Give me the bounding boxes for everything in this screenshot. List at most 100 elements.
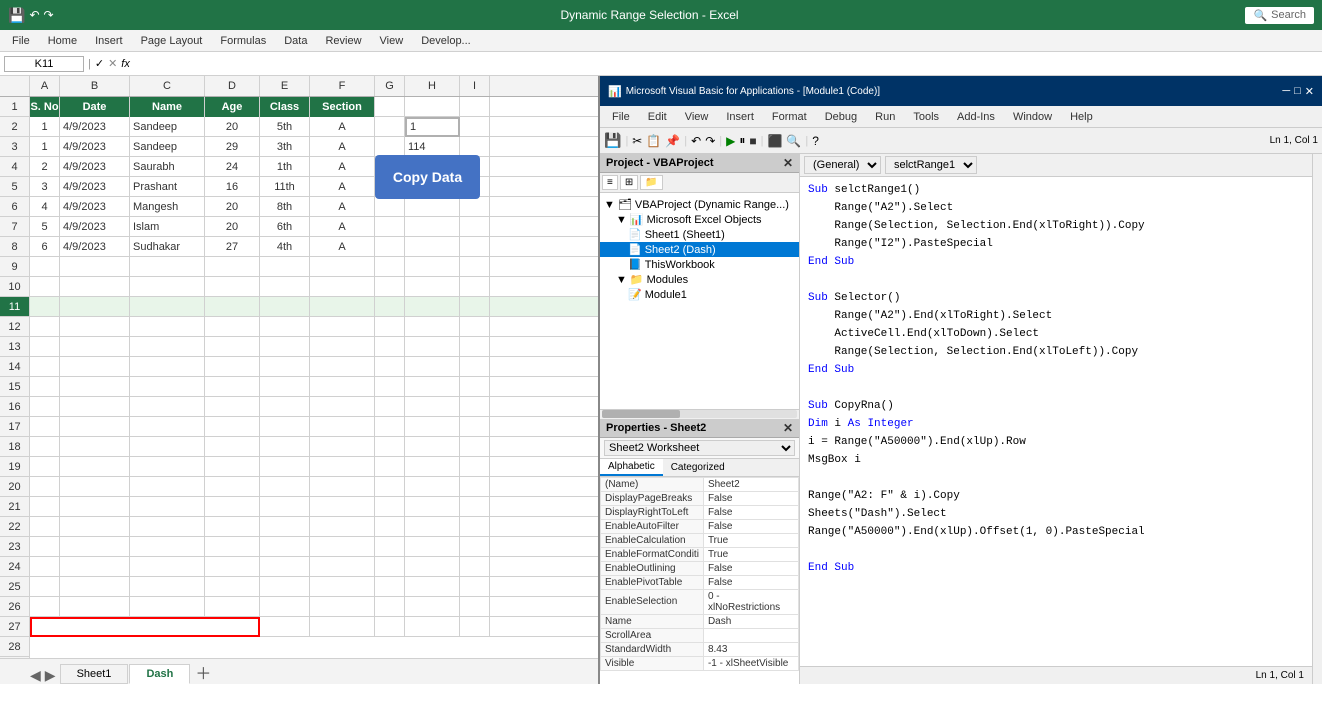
vba-toolbar-breakpoint[interactable]: ⬛	[767, 134, 782, 148]
tree-item-module1[interactable]: 📝 Module1	[600, 287, 799, 302]
cell-a8[interactable]: 6	[30, 237, 60, 257]
cell-e1[interactable]: Class	[260, 97, 310, 117]
props-row[interactable]: EnableCalculationTrue	[601, 533, 799, 547]
close-icon[interactable]: ✕	[1305, 85, 1314, 98]
cell-f8[interactable]: A	[310, 237, 375, 257]
cell-f2[interactable]: A	[310, 117, 375, 137]
prop-value[interactable]: True	[703, 533, 798, 547]
cell-b3[interactable]: 4/9/2023	[60, 137, 130, 157]
row-num-3[interactable]: 3	[0, 137, 29, 157]
cell-h2[interactable]: 1	[405, 117, 460, 137]
row-num-4[interactable]: 4	[0, 157, 29, 177]
row-num-25[interactable]: 25	[0, 577, 29, 597]
props-row[interactable]: EnableAutoFilterFalse	[601, 519, 799, 533]
col-header-a[interactable]: A	[30, 76, 60, 96]
cell-f1[interactable]: Section	[310, 97, 375, 117]
project-close-button[interactable]: ✕	[783, 156, 793, 170]
prop-value[interactable]: False	[703, 505, 798, 519]
row-num-15[interactable]: 15	[0, 377, 29, 397]
cell-e4[interactable]: 1th	[260, 157, 310, 177]
vba-menu-format[interactable]: Format	[764, 109, 815, 125]
cell-e8[interactable]: 4th	[260, 237, 310, 257]
props-row[interactable]: NameDash	[601, 614, 799, 628]
tree-item-modules-folder[interactable]: ▼ 📁 Modules	[600, 272, 799, 287]
row-num-27[interactable]: 27	[0, 617, 29, 637]
vba-menu-view[interactable]: View	[677, 109, 717, 125]
vba-menu-debug[interactable]: Debug	[817, 109, 865, 125]
cell-a7[interactable]: 5	[30, 217, 60, 237]
prop-value[interactable]: False	[703, 491, 798, 505]
cell-c1[interactable]: Name	[130, 97, 205, 117]
cell-d5[interactable]: 16	[205, 177, 260, 197]
col-header-f[interactable]: F	[310, 76, 375, 96]
add-sheet-button[interactable]: ＋	[195, 660, 211, 684]
props-row[interactable]: (Name)Sheet2	[601, 477, 799, 491]
props-row[interactable]: EnablePivotTableFalse	[601, 575, 799, 589]
prop-value[interactable]: False	[703, 519, 798, 533]
props-row[interactable]: EnableSelection0 - xlNoRestrictions	[601, 589, 799, 614]
row-num-23[interactable]: 23	[0, 537, 29, 557]
cell-f7[interactable]: A	[310, 217, 375, 237]
row-num-21[interactable]: 21	[0, 497, 29, 517]
tree-item-sheet1[interactable]: 📄 Sheet1 (Sheet1)	[600, 227, 799, 242]
col-header-h[interactable]: H	[405, 76, 460, 96]
props-tab-alphabetic[interactable]: Alphabetic	[600, 459, 663, 476]
cell-h8[interactable]	[405, 237, 460, 257]
menu-review[interactable]: Review	[317, 33, 369, 49]
props-row[interactable]: EnableOutliningFalse	[601, 561, 799, 575]
vba-toolbar-save[interactable]: 💾	[604, 132, 621, 149]
cell-a1[interactable]: S. No	[30, 97, 60, 117]
excel-window-controls[interactable]: 💾 ↶ ↷	[8, 7, 54, 24]
menu-data[interactable]: Data	[276, 33, 315, 49]
select-all-corner[interactable]	[0, 76, 30, 96]
cell-h3[interactable]: 114	[405, 137, 460, 157]
prop-value[interactable]: True	[703, 547, 798, 561]
row-num-19[interactable]: 19	[0, 457, 29, 477]
cell-b5[interactable]: 4/9/2023	[60, 177, 130, 197]
vba-toolbar-cut[interactable]: ✂	[632, 134, 642, 148]
cell-c2[interactable]: Sandeep	[130, 117, 205, 137]
cell-b4[interactable]: 4/9/2023	[60, 157, 130, 177]
vba-toolbar-redo[interactable]: ↷	[705, 134, 715, 148]
cell-e6[interactable]: 8th	[260, 197, 310, 217]
cell-g8[interactable]	[375, 237, 405, 257]
cell-b1[interactable]: Date	[60, 97, 130, 117]
undo-icon[interactable]: ↶	[29, 8, 39, 22]
cell-b8[interactable]: 4/9/2023	[60, 237, 130, 257]
props-row[interactable]: EnableFormatConditiTrue	[601, 547, 799, 561]
cell-g4[interactable]: Copy Data	[375, 157, 405, 177]
vba-menu-run[interactable]: Run	[867, 109, 903, 125]
row-num-18[interactable]: 18	[0, 437, 29, 457]
vba-toolbar-paste[interactable]: 📌	[665, 134, 680, 148]
cell-e5[interactable]: 11th	[260, 177, 310, 197]
cell-a5[interactable]: 3	[30, 177, 60, 197]
vba-menu-tools[interactable]: Tools	[905, 109, 947, 125]
cell-b6[interactable]: 4/9/2023	[60, 197, 130, 217]
tree-item-project[interactable]: ▼ 🗂 VBAProject (Dynamic Range...)	[600, 197, 799, 212]
vba-toolbar-stop[interactable]: ■	[749, 134, 756, 148]
prop-value[interactable]: False	[703, 575, 798, 589]
tree-item-thisworkbook[interactable]: 📘 ThisWorkbook	[600, 257, 799, 272]
vba-menu-edit[interactable]: Edit	[640, 109, 675, 125]
formula-cancel-icon[interactable]: ✕	[108, 57, 117, 70]
tree-item-excel-objects[interactable]: ▼ 📊 Microsoft Excel Objects	[600, 212, 799, 227]
col-header-i[interactable]: I	[460, 76, 490, 96]
prop-value[interactable]: 8.43	[703, 642, 798, 656]
cell-i3[interactable]	[460, 137, 490, 157]
cell-b7[interactable]: 4/9/2023	[60, 217, 130, 237]
col-header-c[interactable]: C	[130, 76, 205, 96]
col-header-g[interactable]: G	[375, 76, 405, 96]
cell-d6[interactable]: 20	[205, 197, 260, 217]
prop-value[interactable]: Dash	[703, 614, 798, 628]
menu-file[interactable]: File	[4, 33, 38, 49]
prop-value[interactable]: 0 - xlNoRestrictions	[703, 589, 798, 614]
tree-item-sheet2[interactable]: 📄 Sheet2 (Dash)	[600, 242, 799, 257]
cell-i8[interactable]	[460, 237, 490, 257]
row-num-28[interactable]: 28	[0, 637, 29, 657]
properties-object-select[interactable]: Sheet2 Worksheet	[604, 440, 795, 456]
cell-f3[interactable]: A	[310, 137, 375, 157]
project-h-scrollbar[interactable]	[600, 409, 799, 419]
vba-menu-insert[interactable]: Insert	[718, 109, 762, 125]
prop-value[interactable]	[703, 628, 798, 642]
sheet-nav-left[interactable]: ◀	[30, 667, 41, 684]
